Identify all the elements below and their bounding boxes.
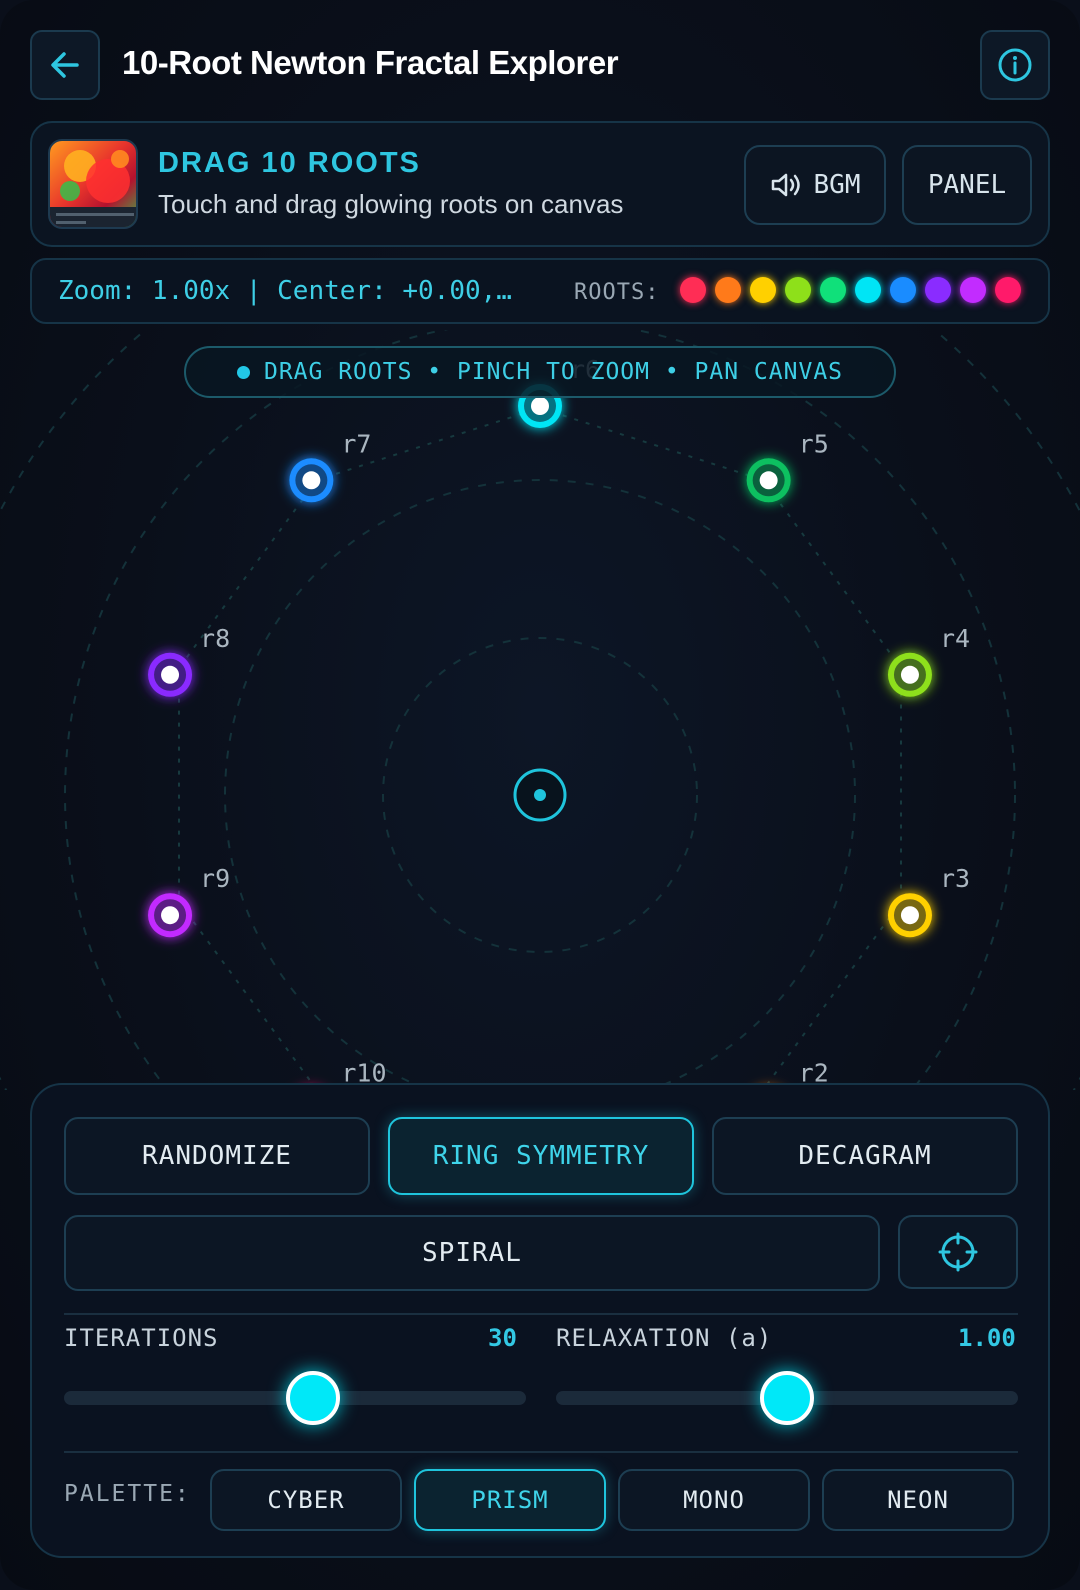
root-handle-core [161,665,180,684]
crosshair-center-icon[interactable] [513,768,567,822]
status-bar: Zoom: 1.00x | Center: +0.00,… ROOTS: [30,258,1050,324]
gesture-hint: DRAG ROOTS • PINCH TO ZOOM • PAN CANVAS [184,346,896,398]
root-label: r4 [940,624,970,653]
bgm-label: BGM [813,170,861,200]
root-handle-core [900,665,919,684]
root-color-swatches [680,277,1021,303]
relaxation-label: RELAXATION (a) [556,1324,773,1352]
panel-divider [64,1313,1018,1315]
palette-label: PALETTE: [64,1481,191,1507]
root-color-swatch [925,277,951,303]
info-icon [998,48,1032,82]
hint-dot-icon [236,365,250,379]
bgm-button[interactable]: BGM [744,145,886,225]
roots-label: ROOTS: [574,280,660,305]
iterations-label: ITERATIONS [64,1324,219,1352]
root-label: r5 [799,429,829,458]
root-label: r3 [940,864,970,893]
hero-subtitle: Touch and drag glowing roots on canvas [158,189,624,219]
recenter-button[interactable] [898,1215,1018,1289]
fractal-thumbnail [48,139,138,229]
speaker-icon [771,173,800,197]
root-label: r7 [341,429,371,458]
relaxation-slider-thumb[interactable] [760,1371,814,1425]
ring-symmetry-button[interactable]: RING SYMMETRY [388,1117,694,1195]
palette-mono-button[interactable]: MONO [618,1469,810,1531]
header: 10-Root Newton Fractal Explorer [30,30,1050,100]
palette-cyber-button[interactable]: CYBER [210,1469,402,1531]
root-handle-r9[interactable]: r9 [148,864,230,938]
panel-divider [64,1451,1018,1453]
palette-neon-button[interactable]: NEON [822,1469,1014,1531]
panel-button[interactable]: PANEL [902,145,1032,225]
root-handle-r5[interactable]: r5 [746,429,829,503]
back-button[interactable] [30,30,100,100]
root-handle-r8[interactable]: r8 [148,624,230,697]
crosshair-icon [938,1232,978,1272]
root-color-swatch [680,277,706,303]
hint-text: DRAG ROOTS • PINCH TO ZOOM • PAN CANVAS [263,359,844,385]
root-color-swatch [785,277,811,303]
app-root: 10-Root Newton Fractal Explorer DRAG 10 … [0,0,1080,1590]
root-color-swatch [890,277,916,303]
root-color-swatch [995,277,1021,303]
root-label: r8 [200,624,230,653]
root-color-swatch [820,277,846,303]
root-color-swatch [855,277,881,303]
hero-title: DRAG 10 ROOTS [158,147,421,179]
relaxation-value: 1.00 [958,1324,1016,1352]
root-handle-core [531,397,549,415]
palette-prism-button[interactable]: PRISM [414,1469,606,1531]
info-button[interactable] [980,30,1050,100]
intro-card: DRAG 10 ROOTS Touch and drag glowing roo… [30,121,1050,247]
root-polygon-guide [178,406,902,1090]
root-color-swatch [960,277,986,303]
iterations-slider-thumb[interactable] [286,1371,341,1425]
root-handle-r4[interactable]: r4 [887,624,970,697]
fractal-canvas[interactable]: r2r3r4r5r6r7r8r9r10 [0,330,1080,1090]
root-handle-core [161,906,180,925]
control-panel: RANDOMIZE RING SYMMETRY DECAGRAM SPIRAL … [30,1083,1050,1558]
iterations-value: 30 [488,1324,517,1352]
root-handle-core [759,471,778,490]
root-color-swatch [750,277,776,303]
arrow-left-icon [51,52,79,78]
randomize-button[interactable]: RANDOMIZE [64,1117,370,1195]
guide-rings [0,330,1080,1090]
zoom-center-readout: Zoom: 1.00x | Center: +0.00,… [58,276,512,306]
page-title: 10-Root Newton Fractal Explorer [122,44,619,81]
root-label: r9 [200,864,230,893]
spiral-button[interactable]: SPIRAL [64,1215,880,1291]
root-handle-core [302,471,321,490]
decagram-button[interactable]: DECAGRAM [712,1117,1018,1195]
fractal-preview-image [50,150,136,227]
root-color-swatch [715,277,741,303]
root-handle-core [900,906,919,925]
